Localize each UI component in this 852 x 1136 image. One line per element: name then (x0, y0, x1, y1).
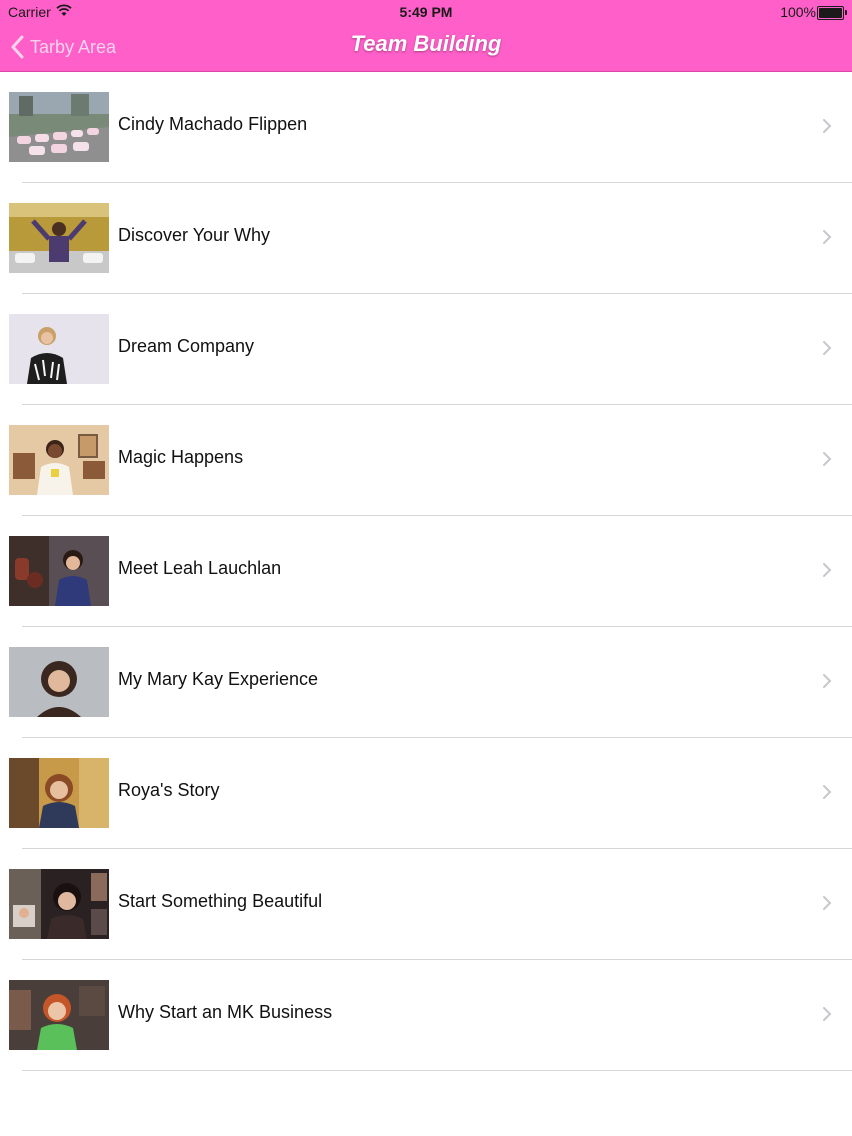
list-item[interactable]: Roya's Story (9, 738, 852, 849)
list-item-label: Cindy Machado Flippen (118, 114, 308, 134)
speaker-living-room-thumbnail (9, 425, 109, 495)
pink-cars-thumbnail (9, 92, 109, 162)
list-item[interactable]: Why Start an MK Business (9, 960, 852, 1071)
chevron-right-icon (823, 674, 832, 688)
list-item[interactable]: Dream Company (9, 294, 852, 405)
chevron-right-icon (823, 341, 832, 355)
list-item-label: Magic Happens (118, 447, 244, 467)
chevron-right-icon (823, 230, 832, 244)
chevron-right-icon (823, 896, 832, 910)
speaker-thumbnail (9, 314, 109, 384)
status-bar: Carrier 5:49 PM 100% (0, 0, 852, 22)
list-item[interactable]: Start Something Beautiful (9, 849, 852, 960)
chevron-right-icon (823, 119, 832, 133)
chevron-right-icon (823, 563, 832, 577)
top-bar: Carrier 5:49 PM 100% Tarby Area Team Bui… (0, 0, 852, 72)
celebration-thumbnail (9, 203, 109, 273)
video-list: Cindy Machado Flippen Discover Your Why (0, 72, 852, 1071)
speaker-thumbnail (9, 980, 109, 1050)
battery-icon (817, 6, 847, 20)
battery-percent: 100% (780, 4, 816, 20)
list-item-label: Meet Leah Lauchlan (118, 558, 282, 578)
list-item[interactable]: Discover Your Why (9, 183, 852, 294)
chevron-right-icon (823, 785, 832, 799)
page-title: Team Building (350, 31, 502, 56)
speaker-thumbnail (9, 536, 109, 606)
list-item[interactable]: Magic Happens (9, 405, 852, 516)
list-item[interactable]: Cindy Machado Flippen (9, 72, 852, 183)
list-item[interactable]: Meet Leah Lauchlan (9, 516, 852, 627)
speaker-thumbnail (9, 647, 109, 717)
list-item-label: Dream Company (118, 336, 255, 356)
list-item-label: Why Start an MK Business (118, 1002, 333, 1022)
list-item[interactable]: My Mary Kay Experience (9, 627, 852, 738)
chevron-right-icon (823, 452, 832, 466)
list-item-label: Start Something Beautiful (118, 891, 323, 911)
clock: 5:49 PM (399, 4, 453, 20)
navigation-bar: Tarby Area Team Building (0, 22, 852, 71)
list-item-label: Roya's Story (118, 780, 220, 800)
list-item-label: Discover Your Why (118, 225, 271, 245)
speaker-thumbnail (9, 758, 109, 828)
list-item-label: My Mary Kay Experience (118, 669, 319, 689)
chevron-right-icon (823, 1007, 832, 1021)
speaker-collage-thumbnail (9, 869, 109, 939)
